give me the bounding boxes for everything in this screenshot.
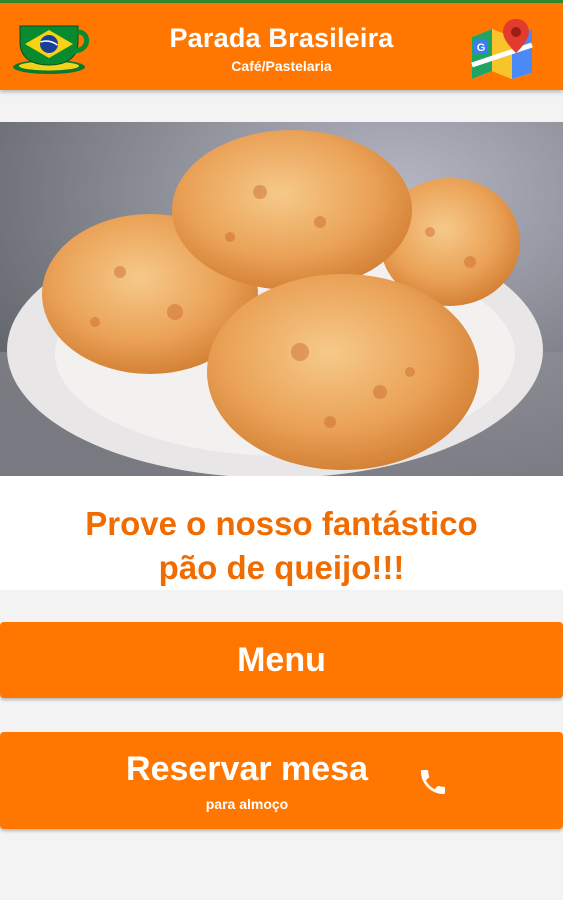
promo-line-2: pão de queijo!!! (158, 549, 405, 586)
app-bar: Parada Brasileira Café/Pastelaria G (0, 3, 563, 90)
reserve-table-button[interactable]: Reservar mesa para almoço (0, 732, 563, 829)
menu-button-label: Menu (237, 641, 326, 679)
reserve-button-sublabel: para almoço (205, 796, 289, 812)
promo-text: Prove o nosso fantástico pão de queijo!!… (0, 476, 563, 590)
phone-icon (421, 770, 445, 794)
promo-line-1: Prove o nosso fantástico (85, 505, 478, 542)
hero-image (0, 122, 563, 476)
google-maps-icon[interactable]: G (470, 17, 534, 81)
menu-button[interactable]: Menu (0, 622, 563, 698)
svg-text:G: G (477, 42, 486, 54)
